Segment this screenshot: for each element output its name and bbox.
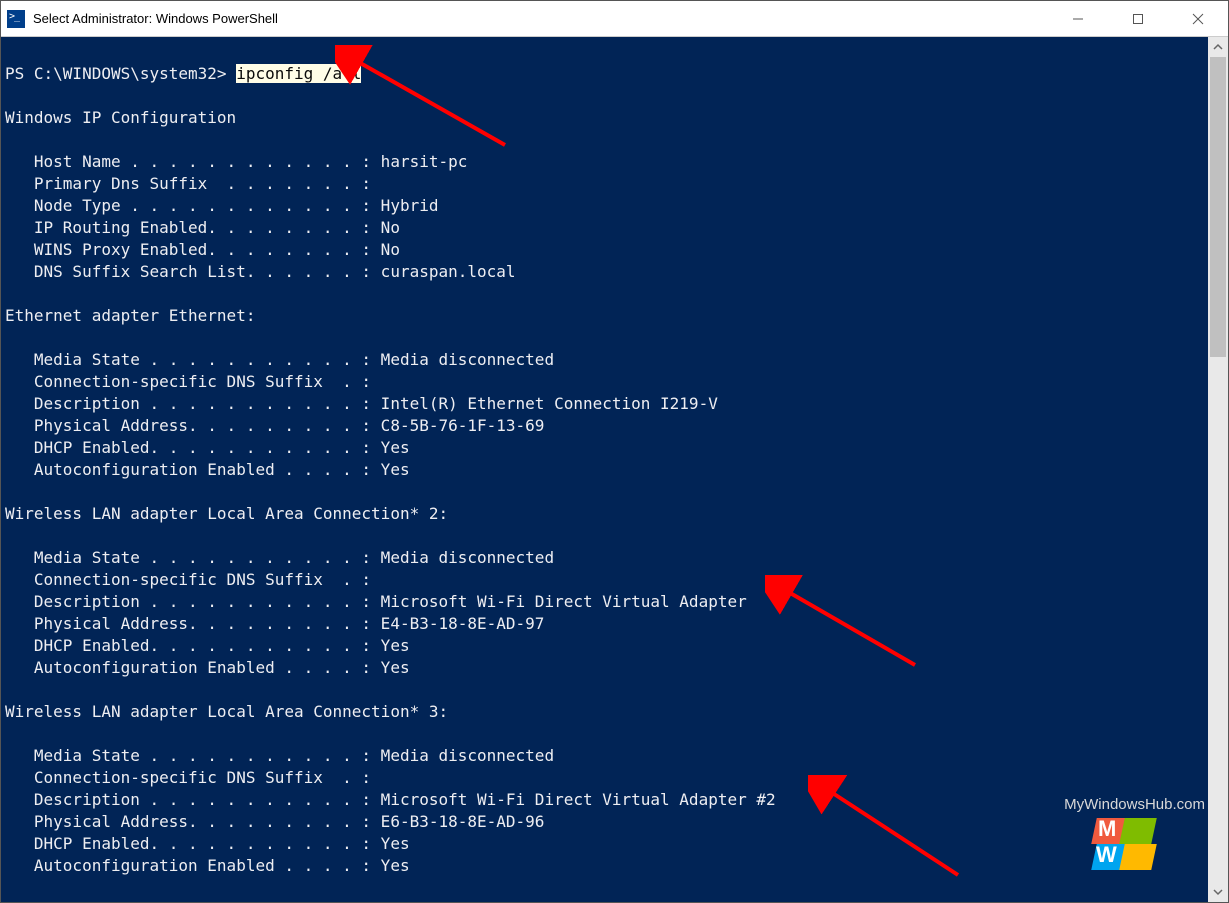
eth-auto: Autoconfiguration Enabled . . . . : Yes — [5, 460, 410, 479]
terminal-output[interactable]: PS C:\WINDOWS\system32> ipconfig /all Wi… — [1, 37, 1228, 902]
line-node-type: Node Type . . . . . . . . . . . . : Hybr… — [5, 196, 438, 215]
minimize-button[interactable] — [1048, 1, 1108, 36]
section-header-wlan2: Wireless LAN adapter Local Area Connecti… — [5, 504, 448, 523]
eth-suffix: Connection-specific DNS Suffix . : — [5, 372, 371, 391]
section-header-ipconfig: Windows IP Configuration — [5, 108, 236, 127]
eth-dhcp: DHCP Enabled. . . . . . . . . . . : Yes — [5, 438, 410, 457]
maximize-button[interactable] — [1108, 1, 1168, 36]
scroll-up-button[interactable] — [1208, 37, 1228, 57]
section-header-ethernet: Ethernet adapter Ethernet: — [5, 306, 255, 325]
eth-desc: Description . . . . . . . . . . . : Inte… — [5, 394, 718, 413]
wlan3-desc: Description . . . . . . . . . . . : Micr… — [5, 790, 776, 809]
scrollbar-track[interactable] — [1208, 37, 1228, 902]
wlan2-phys: Physical Address. . . . . . . . . : E4-B… — [5, 614, 544, 633]
line-hostname: Host Name . . . . . . . . . . . . : hars… — [5, 152, 467, 171]
section-header-wlan3: Wireless LAN adapter Local Area Connecti… — [5, 702, 448, 721]
scrollbar-thumb[interactable] — [1210, 57, 1226, 357]
wlan3-phys: Physical Address. . . . . . . . . : E6-B… — [5, 812, 544, 831]
section-header-wifi: Wireless LAN adapter Wi-Fi: — [5, 900, 265, 902]
wlan3-auto: Autoconfiguration Enabled . . . . : Yes — [5, 856, 410, 875]
line-ip-routing: IP Routing Enabled. . . . . . . . : No — [5, 218, 400, 237]
wlan3-suffix: Connection-specific DNS Suffix . : — [5, 768, 371, 787]
wlan2-suffix: Connection-specific DNS Suffix . : — [5, 570, 371, 589]
line-wins-proxy: WINS Proxy Enabled. . . . . . . . : No — [5, 240, 400, 259]
wlan3-media: Media State . . . . . . . . . . . : Medi… — [5, 746, 554, 765]
eth-phys: Physical Address. . . . . . . . . : C8-5… — [5, 416, 544, 435]
wlan2-dhcp: DHCP Enabled. . . . . . . . . . . : Yes — [5, 636, 410, 655]
scroll-down-button[interactable] — [1208, 882, 1228, 902]
close-button[interactable] — [1168, 1, 1228, 36]
prompt-prefix: PS C:\WINDOWS\system32> — [5, 64, 236, 83]
wlan2-auto: Autoconfiguration Enabled . . . . : Yes — [5, 658, 410, 677]
wlan3-dhcp: DHCP Enabled. . . . . . . . . . . : Yes — [5, 834, 410, 853]
window-title: Select Administrator: Windows PowerShell — [33, 11, 1048, 26]
line-primary-dns: Primary Dns Suffix . . . . . . . : — [5, 174, 371, 193]
line-dns-search: DNS Suffix Search List. . . . . . : cura… — [5, 262, 516, 281]
entered-command: ipconfig /all — [236, 64, 361, 83]
powershell-app-icon — [7, 10, 25, 28]
wlan2-media: Media State . . . . . . . . . . . : Medi… — [5, 548, 554, 567]
wlan2-desc: Description . . . . . . . . . . . : Micr… — [5, 592, 747, 611]
eth-media: Media State . . . . . . . . . . . : Medi… — [5, 350, 554, 369]
